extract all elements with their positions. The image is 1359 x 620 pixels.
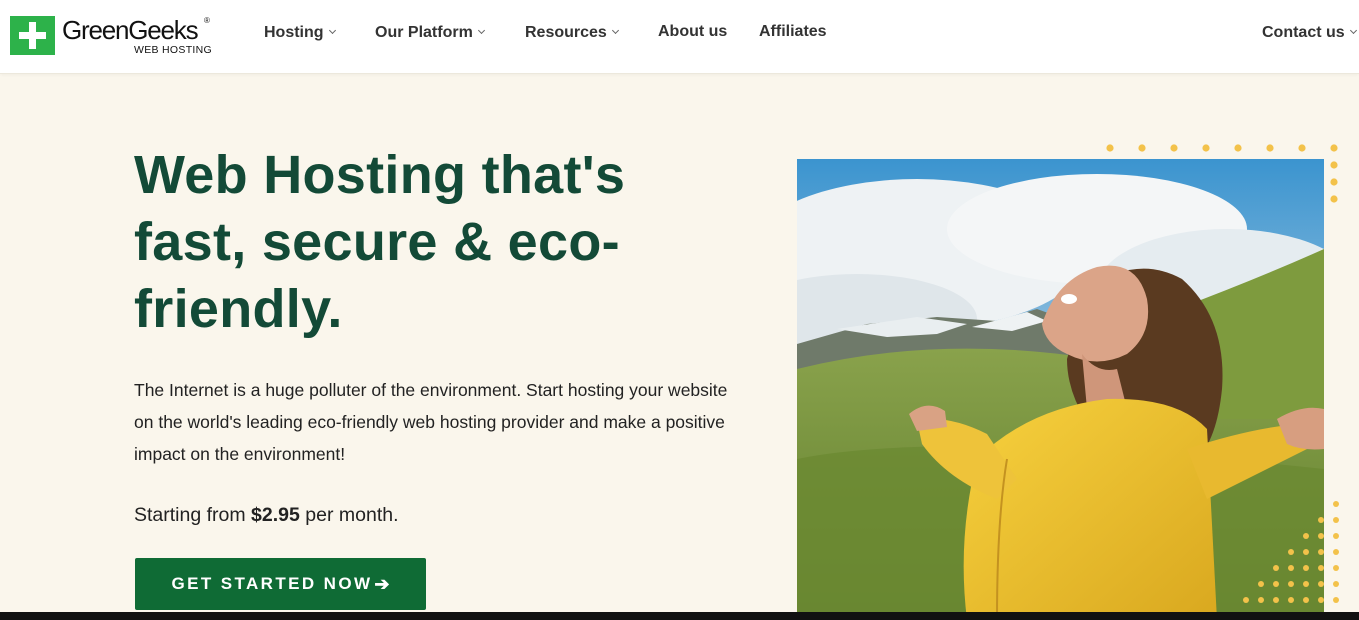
price-suffix: per month. bbox=[305, 504, 399, 526]
logo-wordmark: GreenGeeks ® WEB HOSTING bbox=[62, 16, 212, 56]
bottom-edge-bar bbox=[0, 612, 1359, 620]
nav-item-contact-us[interactable]: Contact us bbox=[1262, 24, 1357, 42]
nav-item-hosting[interactable]: Hosting bbox=[264, 24, 336, 42]
nav-label: Contact us bbox=[1262, 24, 1345, 41]
greengeeks-logo[interactable]: GreenGeeks ® WEB HOSTING bbox=[10, 16, 212, 56]
nav-item-resources[interactable]: Resources bbox=[525, 24, 619, 42]
nav-item-our-platform[interactable]: Our Platform bbox=[375, 24, 485, 42]
chevron-down-icon bbox=[477, 26, 485, 35]
chevron-down-icon bbox=[328, 26, 336, 35]
site-header: GreenGeeks ® WEB HOSTING Hosting Our Pla… bbox=[0, 0, 1359, 74]
nav-label: Affiliates bbox=[759, 23, 827, 40]
pricing-line: Starting from $2.95 per month. bbox=[134, 504, 399, 527]
arrow-right-icon: ➔ bbox=[374, 573, 390, 594]
decorative-dots-bottom bbox=[1243, 501, 1339, 603]
nav-item-affiliates[interactable]: Affiliates bbox=[759, 23, 827, 41]
chevron-down-icon bbox=[1349, 26, 1357, 35]
price-amount: $2.95 bbox=[251, 504, 300, 526]
cta-label: GET STARTED NOW bbox=[171, 574, 373, 593]
nav-label: About us bbox=[658, 23, 728, 40]
nav-label: Resources bbox=[525, 24, 607, 41]
registered-mark: ® bbox=[204, 16, 210, 25]
brand-name: GreenGeeks bbox=[62, 15, 199, 45]
nav-label: Our Platform bbox=[375, 24, 473, 41]
brand-tagline: WEB HOSTING bbox=[134, 44, 212, 56]
price-prefix: Starting from bbox=[134, 504, 246, 526]
nav-label: Hosting bbox=[264, 24, 324, 41]
hero-description: The Internet is a huge polluter of the e… bbox=[134, 380, 728, 464]
hero-title: Web Hosting that's fast, secure & eco-fr… bbox=[134, 145, 626, 339]
plus-logo-icon bbox=[10, 16, 55, 55]
get-started-button[interactable]: GET STARTED NOW ➔ bbox=[135, 558, 426, 610]
nav-item-about-us[interactable]: About us bbox=[658, 23, 727, 41]
chevron-down-icon bbox=[611, 26, 619, 35]
